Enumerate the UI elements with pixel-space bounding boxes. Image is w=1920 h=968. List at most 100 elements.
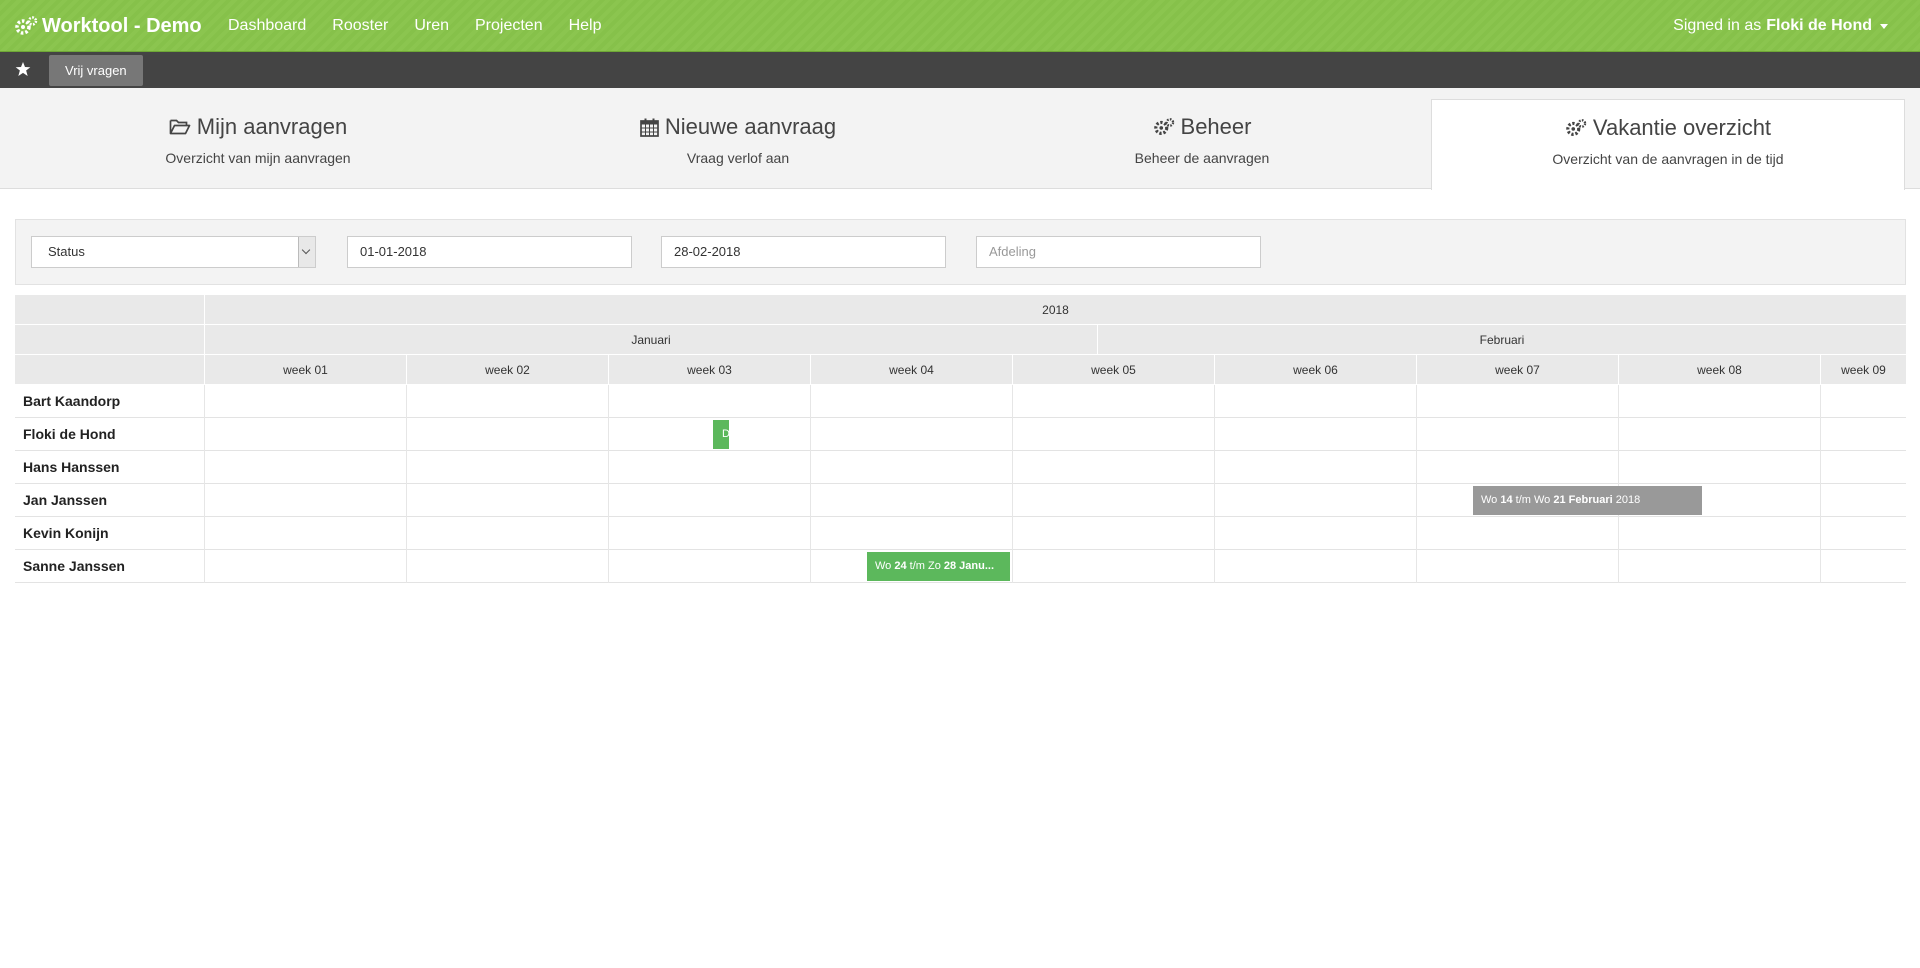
tab-subtitle: Vraag verlof aan (686, 150, 790, 166)
grid-line (406, 550, 407, 583)
grid-line (608, 484, 609, 517)
grid-line (1012, 550, 1013, 583)
user-prefix: Signed in as (1673, 17, 1762, 34)
tab-beheer[interactable]: Beheer Beheer de aanvragen (962, 88, 1442, 189)
nav-rooster[interactable]: Rooster (319, 17, 401, 35)
grid-line (1820, 385, 1821, 418)
bar-text-bold: 21 Februari (1553, 494, 1613, 506)
main-nav: Dashboard Rooster Uren Projecten Help (228, 0, 615, 52)
bar-text: t/m Zo (906, 560, 944, 572)
grid-line (1416, 385, 1417, 418)
vrij-vragen-button[interactable]: Vrij vragen (49, 55, 143, 86)
grid-line (1214, 385, 1215, 418)
gantt-year: 2018 (204, 295, 1906, 325)
gantt-week: week 09 (1820, 355, 1906, 385)
person-name: Floki de Hond (23, 426, 116, 442)
grid-line (1618, 418, 1619, 451)
vacation-bar-label: D (722, 428, 729, 440)
gantt-week: week 07 (1416, 355, 1618, 385)
bar-text: 2018 (1612, 494, 1641, 506)
grid-line (1214, 517, 1215, 550)
grid-line (204, 385, 205, 418)
grid-line (406, 517, 407, 550)
status-select[interactable]: Status (31, 236, 316, 268)
grid-line (1618, 385, 1619, 418)
grid-line (1012, 385, 1013, 418)
grid-line (608, 418, 609, 451)
gantt-month: Januari (204, 325, 1097, 355)
grid-line (406, 451, 407, 484)
date-from-input[interactable]: 01-01-2018 (347, 236, 632, 268)
grid-line (1214, 451, 1215, 484)
bar-text-bold: 14 (1500, 494, 1513, 506)
grid-line (1012, 451, 1013, 484)
brand-name: Worktool - Demo (42, 14, 202, 37)
gears-icon (1566, 119, 1587, 136)
bar-text: t/m Wo (1512, 494, 1554, 506)
grid-line (810, 550, 811, 583)
grid-line (1416, 418, 1417, 451)
grid-line (1012, 484, 1013, 517)
nav-help[interactable]: Help (556, 17, 615, 35)
vacation-bar[interactable]: Wo 14 t/m Wo 21 Februari 2018 (1473, 486, 1702, 515)
gears-icon (15, 16, 38, 35)
sub-toolbar: Vrij vragen (0, 52, 1920, 88)
tab-title: Vakantie overzicht (1592, 115, 1772, 140)
grid-line (810, 517, 811, 550)
grid-line (1820, 418, 1821, 451)
grid-line (1820, 484, 1821, 517)
tab-title-row: Mijn aanvragen (18, 114, 498, 140)
grid-line (406, 484, 407, 517)
bar-text-bold: 24 (894, 560, 907, 572)
gantt-week: week 01 (204, 355, 406, 385)
grid-line (1214, 550, 1215, 583)
chevron-down-icon[interactable] (298, 237, 315, 267)
tab-subtitle: Overzicht van de aanvragen in de tijd (1552, 151, 1784, 167)
gantt-row: Hans Hanssen (15, 451, 1906, 484)
tab-title-row: Nieuwe aanvraag (498, 114, 978, 140)
date-to-input[interactable]: 28-02-2018 (661, 236, 946, 268)
gantt-week: week 03 (608, 355, 810, 385)
grid-line (608, 550, 609, 583)
nav-uren[interactable]: Uren (401, 17, 462, 35)
tab-title-row: Vakantie overzicht (1432, 115, 1904, 141)
department-input[interactable]: Afdeling (976, 236, 1261, 268)
grid-line (1820, 451, 1821, 484)
tab-title-row: Beheer (962, 114, 1442, 140)
grid-line (406, 418, 407, 451)
grid-line (406, 385, 407, 418)
grid-line (810, 385, 811, 418)
vacation-bar[interactable]: D (713, 420, 729, 449)
grid-line (608, 451, 609, 484)
star-icon[interactable] (15, 61, 31, 77)
grid-line (1214, 418, 1215, 451)
grid-line (204, 418, 205, 451)
tab-nieuwe-aanvraag[interactable]: Nieuwe aanvraag Vraag verlof aan (498, 88, 978, 189)
tab-vakantie-overzicht[interactable]: Vakantie overzicht Overzicht van de aanv… (1431, 99, 1905, 190)
nav-projecten[interactable]: Projecten (462, 17, 556, 35)
gantt-row: Jan Janssen Wo 14 t/m Wo 21 Februari 201… (15, 484, 1906, 517)
filter-bar: Status 01-01-2018 28-02-2018 Afdeling (15, 219, 1906, 285)
grid-line (608, 517, 609, 550)
user-menu[interactable]: Signed in as Floki de Hond (1673, 0, 1888, 52)
calendar-icon (640, 118, 659, 137)
grid-line (810, 484, 811, 517)
grid-line (1416, 550, 1417, 583)
nav-dashboard[interactable]: Dashboard (228, 17, 319, 35)
gantt-month-row: Januari Februari (15, 325, 1906, 355)
tab-subtitle: Overzicht van mijn aanvragen (165, 150, 351, 166)
tab-mijn-aanvragen[interactable]: Mijn aanvragen Overzicht van mijn aanvra… (18, 88, 498, 189)
grid-line (204, 550, 205, 583)
grid-line (1416, 451, 1417, 484)
person-name: Jan Janssen (23, 492, 108, 508)
gantt-week: week 06 (1214, 355, 1416, 385)
tab-title: Nieuwe aanvraag (664, 114, 837, 139)
grid-line (204, 484, 205, 517)
grid-line (204, 451, 205, 484)
person-name: Bart Kaandorp (23, 393, 121, 409)
gantt-year-row: 2018 (15, 295, 1906, 325)
brand[interactable]: Worktool - Demo (14, 0, 202, 52)
person-name: Hans Hanssen (23, 459, 120, 475)
vacation-bar[interactable]: Wo 24 t/m Zo 28 Janu... (867, 552, 1010, 581)
grid-line (1416, 517, 1417, 550)
